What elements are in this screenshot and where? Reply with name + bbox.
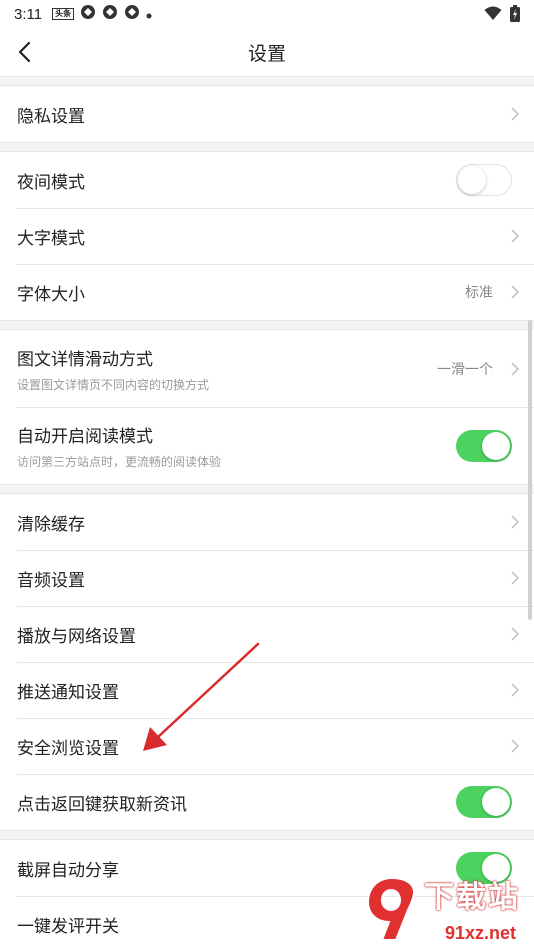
slide-mode-item[interactable]: 图文详情滑动方式 设置图文详情页不同内容的切换方式 一滑一个 (0, 330, 534, 407)
back-key-refresh-toggle[interactable] (456, 786, 512, 818)
chevron-right-icon (511, 285, 520, 299)
item-label: 字体大小 (17, 284, 85, 304)
watermark-logo-icon (366, 876, 416, 941)
item-label: 音频设置 (17, 570, 85, 590)
item-label: 自动开启阅读模式 (17, 426, 153, 446)
watermark-url: 91xz.net (440, 923, 520, 944)
settings-group-general: 清除缓存 音频设置 播放与网络设置 推送通知设置 安全浏览设置 点击返回键获取新… (0, 494, 534, 830)
push-notification-settings-item[interactable]: 推送通知设置 (0, 662, 534, 718)
audio-settings-item[interactable]: 音频设置 (0, 550, 534, 606)
watermark-text: 下载站 (424, 881, 520, 914)
chevron-right-icon (511, 739, 520, 753)
battery-charging-icon (510, 5, 520, 26)
item-label: 大字模式 (17, 228, 85, 248)
site-watermark: 下载站 91xz.net (358, 868, 528, 948)
app-notification-icon (80, 4, 96, 24)
item-description: 设置图文详情页不同内容的切换方式 (17, 377, 210, 392)
scrollbar[interactable] (528, 320, 532, 620)
chevron-right-icon (511, 107, 520, 121)
settings-group-display: 夜间模式 大字模式 字体大小 标准 (0, 152, 534, 320)
night-mode-item: 夜间模式 (0, 152, 534, 208)
night-mode-toggle[interactable] (456, 164, 512, 196)
safe-browsing-settings-item[interactable]: 安全浏览设置 (0, 718, 534, 774)
settings-group-reading: 图文详情滑动方式 设置图文详情页不同内容的切换方式 一滑一个 自动开启阅读模式 … (0, 330, 534, 484)
app-notification-icon (124, 4, 140, 24)
title-bar: 设置 (0, 28, 534, 76)
item-label: 播放与网络设置 (17, 626, 136, 646)
item-label: 推送通知设置 (17, 682, 119, 702)
chevron-right-icon (511, 361, 520, 376)
item-label: 图文详情滑动方式 (17, 349, 153, 369)
chevron-right-icon (511, 229, 520, 243)
large-font-mode-item[interactable]: 大字模式 (0, 208, 534, 264)
chevron-right-icon (511, 515, 520, 529)
section-divider (0, 320, 534, 330)
section-divider (0, 76, 534, 86)
section-divider (0, 142, 534, 152)
playback-network-settings-item[interactable]: 播放与网络设置 (0, 606, 534, 662)
settings-group-privacy: 隐私设置 (0, 86, 534, 142)
auto-reading-mode-item: 自动开启阅读模式 访问第三方站点时，更流畅的阅读体验 (0, 407, 534, 484)
item-label: 截屏自动分享 (17, 860, 119, 880)
chevron-right-icon (511, 571, 520, 585)
font-size-value: 标准 (465, 284, 493, 300)
clear-cache-item[interactable]: 清除缓存 (0, 494, 534, 550)
app-notification-icon (102, 4, 118, 24)
back-key-refresh-item: 点击返回键获取新资讯 (0, 774, 534, 830)
font-size-item[interactable]: 字体大小 标准 (0, 264, 534, 320)
auto-reading-mode-toggle[interactable] (456, 429, 512, 462)
item-label: 隐私设置 (17, 106, 85, 126)
toggle-knob (482, 788, 510, 816)
chevron-right-icon (511, 627, 520, 641)
status-time: 3:11 (14, 5, 43, 23)
more-notifications-dot-icon (146, 6, 152, 23)
item-label: 安全浏览设置 (17, 738, 119, 758)
toggle-knob (482, 431, 510, 460)
privacy-settings-item[interactable]: 隐私设置 (0, 86, 534, 142)
item-label: 夜间模式 (17, 172, 85, 192)
item-label: 点击返回键获取新资讯 (17, 794, 187, 814)
page-title: 设置 (247, 43, 286, 65)
item-description: 访问第三方站点时，更流畅的阅读体验 (17, 454, 222, 469)
item-label: 一键发评开关 (17, 916, 119, 936)
status-bar: 3:11 头条 (0, 0, 534, 28)
section-divider (0, 830, 534, 840)
item-label: 清除缓存 (17, 514, 85, 534)
chevron-right-icon (511, 683, 520, 697)
slide-mode-value: 一滑一个 (437, 360, 493, 377)
news-app-notification-icon: 头条 (52, 8, 75, 20)
wifi-icon (484, 6, 502, 25)
section-divider (0, 484, 534, 494)
back-arrow-icon[interactable] (12, 38, 40, 66)
toggle-knob (458, 166, 486, 194)
